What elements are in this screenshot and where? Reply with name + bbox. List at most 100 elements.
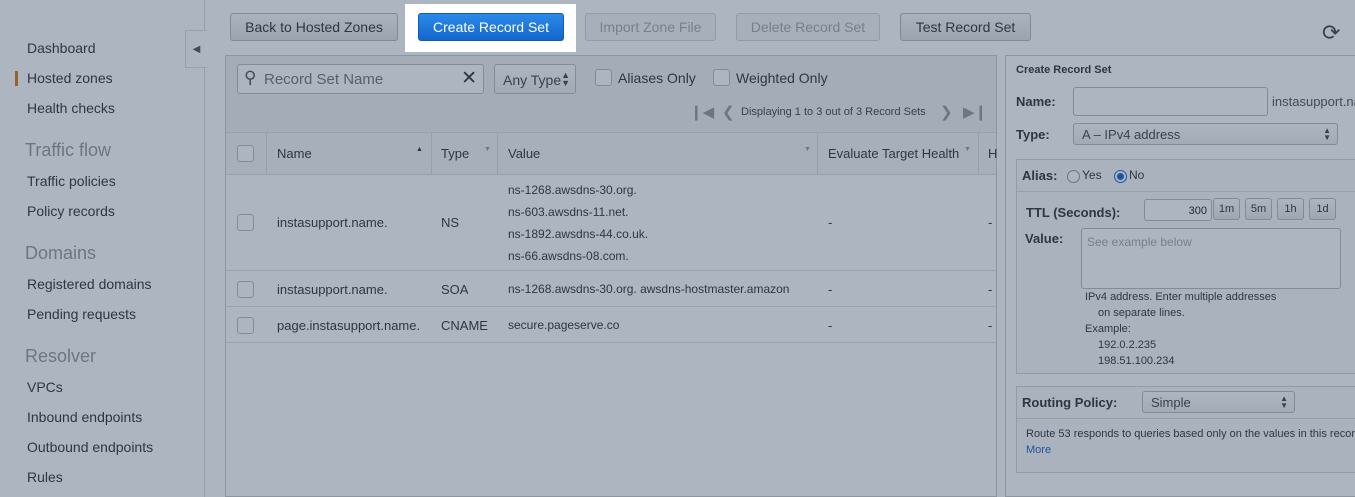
delete-record-set-button[interactable]: Delete Record Set (736, 13, 880, 41)
ttl-1d-button[interactable]: 1d (1309, 198, 1336, 220)
row-checkbox[interactable] (237, 214, 254, 231)
name-input[interactable] (1073, 87, 1268, 116)
name-domain-suffix: instasupport.na (1272, 94, 1355, 109)
record-type-select[interactable]: A – IPv4 address ▲ ▼ (1073, 123, 1338, 145)
alias-no-radio[interactable] (1114, 170, 1127, 183)
record-name: instasupport.name. (277, 282, 388, 297)
sidebar-item-vpcs[interactable]: VPCs (27, 379, 63, 395)
column-header-type[interactable]: Type (441, 146, 469, 161)
table-row[interactable]: page.instasupport.name. CNAME secure.pag… (226, 307, 996, 343)
record-extra: - (988, 282, 993, 297)
record-value: secure.pageserve.co (508, 318, 620, 332)
table-row[interactable]: instasupport.name. NS ns-1268.awsdns-30.… (226, 175, 996, 271)
sidebar-item-health-checks[interactable]: Health checks (27, 100, 115, 116)
collapse-sidebar-button[interactable]: ◀ (185, 30, 207, 68)
value-help-example: 192.0.2.235 (1098, 339, 1157, 351)
sidebar-section-domains: Domains (25, 243, 97, 263)
select-all-checkbox[interactable] (237, 145, 254, 162)
alias-label: Alias: (1022, 168, 1058, 183)
record-name: page.instasupport.name. (277, 318, 421, 333)
first-page-icon[interactable]: ❙◀ (690, 103, 714, 121)
ttl-5m-button[interactable]: 5m (1245, 198, 1272, 220)
record-type: NS (441, 215, 460, 230)
sidebar-item-traffic-policies[interactable]: Traffic policies (27, 173, 116, 189)
refresh-icon[interactable]: ⟳ (1322, 20, 1340, 46)
panel-title: Create Record Set (1016, 64, 1112, 76)
sidebar-section-traffic-flow: Traffic flow (25, 140, 112, 160)
sidebar-item-dashboard[interactable]: Dashboard (27, 40, 96, 56)
select-arrows-icon: ▲ ▼ (1323, 126, 1331, 142)
sidebar-item-policy-records[interactable]: Policy records (27, 203, 115, 219)
value-textarea[interactable]: See example below (1081, 228, 1341, 289)
alias-no-label: No (1129, 168, 1145, 182)
row-checkbox[interactable] (237, 281, 254, 298)
type-label: Type: (1016, 127, 1050, 142)
value-help-text: Example: (1085, 323, 1131, 335)
divider (1017, 191, 1355, 192)
sort-ascending-icon: ▲ (416, 146, 423, 153)
value-help-text: on separate lines. (1098, 307, 1185, 319)
sidebar-item-inbound-endpoints[interactable]: Inbound endpoints (27, 409, 142, 425)
value-help-example: 198.51.100.234 (1098, 355, 1175, 367)
last-page-icon[interactable]: ▶❙ (963, 103, 987, 121)
column-header-name[interactable]: Name (277, 146, 312, 161)
sidebar-item-rules[interactable]: Rules (27, 469, 63, 485)
routing-policy-group: Routing Policy: Simple ▲ ▼ Route 53 respo… (1016, 386, 1355, 473)
create-record-set-button[interactable]: Create Record Set (418, 13, 564, 41)
value-label: Value: (1025, 231, 1064, 246)
ttl-label: TTL (Seconds): (1026, 205, 1121, 220)
next-page-icon[interactable]: ❯ (940, 103, 953, 121)
filter-bar: ⚲ ✕ Any Type ▲▼ Aliases Only Weighted On… (226, 56, 996, 133)
type-filter-select[interactable]: Any Type ▲ ▼ (494, 64, 576, 94)
column-header-value[interactable]: Value (508, 146, 540, 161)
column-divider (266, 133, 267, 175)
close-icon[interactable]: ✕ (461, 67, 477, 90)
previous-page-icon[interactable]: ❮ (722, 103, 735, 121)
row-checkbox[interactable] (237, 317, 254, 334)
aliases-only-checkbox[interactable] (595, 69, 612, 86)
value-help-text: IPv4 address. Enter multiple addresses (1085, 291, 1277, 303)
record-value: ns-1268.awsdns-30.org. awsdns-hostmaster… (508, 282, 790, 296)
alias-yes-label: Yes (1082, 168, 1102, 182)
back-to-hosted-zones-button[interactable]: Back to Hosted Zones (230, 13, 398, 41)
sidebar-item-registered-domains[interactable]: Registered domains (27, 276, 152, 292)
record-value: ns-603.awsdns-11.net. (508, 205, 629, 219)
sidebar-section-resolver: Resolver (25, 346, 97, 366)
sort-icon: ▼ (804, 146, 811, 153)
ttl-input[interactable]: 300 (1144, 199, 1212, 221)
select-arrows-icon: ▲ ▼ (561, 70, 570, 88)
divider (1017, 418, 1355, 419)
aliases-only-label: Aliases Only (618, 70, 696, 86)
record-name: instasupport.name. (277, 215, 388, 230)
ttl-1h-button[interactable]: 1h (1277, 198, 1304, 220)
table-row[interactable]: instasupport.name. SOA ns-1268.awsdns-30… (226, 271, 996, 307)
column-header-evaluate-target-health[interactable]: Evaluate Target Health (828, 146, 959, 161)
sidebar-item-pending-requests[interactable]: Pending requests (27, 306, 136, 322)
search-icon: ⚲ (244, 68, 257, 87)
more-link[interactable]: More (1026, 444, 1051, 456)
routing-policy-select[interactable]: Simple ▲ ▼ (1142, 391, 1295, 413)
record-extra: - (988, 215, 993, 230)
column-header-extra[interactable]: H (988, 146, 997, 161)
record-evaluate-health: - (828, 282, 833, 297)
create-record-set-panel: Create Record Set Name: instasupport.na … (1005, 55, 1355, 497)
alias-yes-radio[interactable] (1067, 170, 1080, 183)
sidebar-item-hosted-zones[interactable]: Hosted zones (15, 70, 113, 86)
test-record-set-button[interactable]: Test Record Set (900, 13, 1031, 41)
weighted-only-label: Weighted Only (736, 70, 828, 86)
record-value: ns-1268.awsdns-30.org. (508, 183, 637, 197)
sidebar-item-outbound-endpoints[interactable]: Outbound endpoints (27, 439, 153, 455)
pager-status: Displaying 1 to 3 out of 3 Record Sets (741, 106, 926, 118)
column-divider (497, 133, 498, 175)
chevron-left-icon: ◀ (192, 43, 201, 55)
type-filter-value: Any Type (503, 72, 562, 88)
search-input[interactable] (264, 71, 459, 88)
import-zone-file-button[interactable]: Import Zone File (585, 13, 716, 41)
ttl-1m-button[interactable]: 1m (1213, 198, 1240, 220)
weighted-only-checkbox[interactable] (713, 69, 730, 86)
table-header: Name ▲ Type ▼ Value ▼ Evaluate Target He… (226, 133, 997, 175)
column-divider (817, 133, 818, 175)
record-type: SOA (441, 282, 469, 297)
sort-icon: ▼ (964, 146, 971, 153)
search-box[interactable]: ⚲ ✕ (237, 64, 484, 94)
